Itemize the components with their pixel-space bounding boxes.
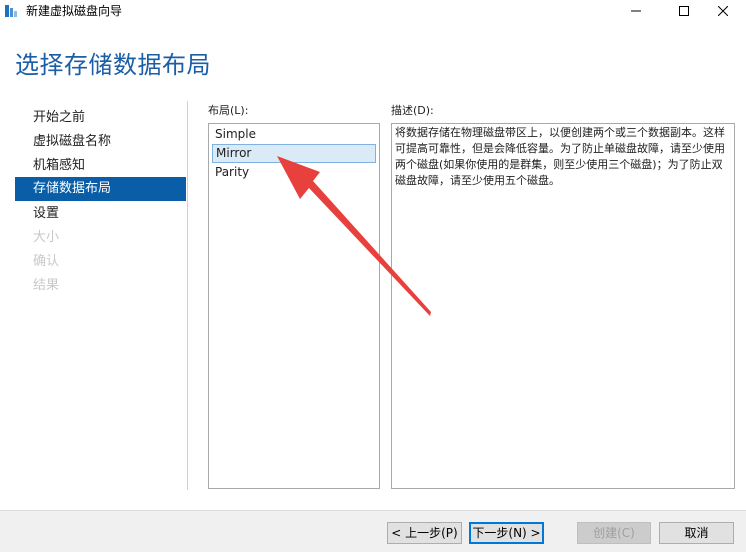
next-button[interactable]: 下一步(N) > [469,522,544,544]
previous-button[interactable]: < 上一步(P) [387,522,462,544]
nav-item-storage-layout[interactable]: 存储数据布局 [15,177,186,201]
nav-item-size: 大小 [33,230,60,245]
minimize-icon [631,10,641,12]
description-box: 将数据存储在物理磁盘带区上，以便创建两个或三个数据副本。这样可提高可靠性，但是会… [391,123,735,489]
layout-option-simple[interactable]: Simple [212,125,376,144]
layout-label: 布局(L): [208,104,249,117]
description-label: 描述(D): [391,104,434,117]
layout-listbox[interactable]: Simple Mirror Parity [208,123,380,489]
layout-option-mirror[interactable]: Mirror [212,144,376,163]
layout-option-parity[interactable]: Parity [212,163,376,182]
cancel-button[interactable]: 取消 [659,522,734,544]
create-button: 创建(C) [577,522,651,544]
page-title: 选择存储数据布局 [15,51,211,79]
nav-item-virtual-disk-name[interactable]: 虚拟磁盘名称 [15,130,186,154]
nav-item-enclosure-awareness[interactable]: 机箱感知 [15,154,186,178]
title-bar: 新建虚拟磁盘向导 [0,0,746,22]
nav-divider [187,101,188,490]
minimize-button[interactable] [613,0,659,22]
nav-item-confirmation: 确认 [33,254,60,269]
description-text: 将数据存储在物理磁盘带区上，以便创建两个或三个数据副本。这样可提高可靠性，但是会… [395,126,725,187]
server-manager-icon [5,5,17,17]
nav-item-results: 结果 [33,278,60,293]
close-icon [718,6,728,16]
button-bar: < 上一步(P) 下一步(N) > 创建(C) 取消 [0,510,746,552]
close-button[interactable] [700,0,746,22]
nav-item-before-you-begin[interactable]: 开始之前 [15,106,186,130]
nav-item-settings[interactable]: 设置 [15,202,186,226]
maximize-icon [679,6,689,16]
window-title: 新建虚拟磁盘向导 [26,4,123,18]
